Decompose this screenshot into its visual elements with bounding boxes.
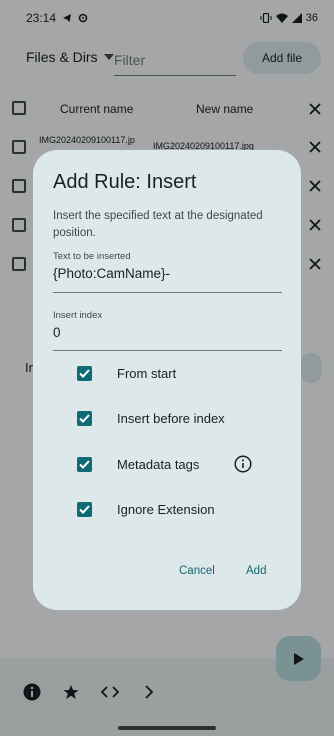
metadata-tags-checkbox[interactable] (77, 457, 92, 472)
dialog-title: Add Rule: Insert (53, 171, 197, 193)
ignore-extension-label: Ignore Extension (117, 502, 215, 517)
add-button[interactable]: Add (246, 565, 266, 577)
from-start-checkbox[interactable] (77, 366, 92, 381)
text-field-underline (53, 292, 282, 293)
ignore-extension-checkbox[interactable] (77, 502, 92, 517)
cancel-button[interactable]: Cancel (179, 565, 215, 577)
option-ignore-extension[interactable]: Ignore Extension (77, 500, 287, 520)
insert-before-index-label: Insert before index (117, 411, 225, 426)
metadata-tags-label: Metadata tags (117, 457, 200, 472)
option-from-start[interactable]: From start (77, 364, 287, 384)
index-field-underline (53, 350, 282, 351)
from-start-label: From start (117, 366, 177, 381)
check-icon (79, 505, 90, 514)
add-rule-dialog: Add Rule: Insert Insert the specified te… (33, 150, 301, 610)
text-to-insert-value[interactable]: {Photo:CamName}- (53, 266, 170, 281)
insert-index-label: Insert index (53, 310, 103, 321)
check-icon (79, 369, 90, 378)
check-icon (79, 414, 90, 423)
option-insert-before-index[interactable]: Insert before index (77, 409, 287, 429)
insert-index-value[interactable]: 0 (53, 325, 61, 340)
text-to-insert-label: Text to be inserted (53, 251, 131, 262)
dialog-description: Insert the specified text at the designa… (53, 210, 263, 239)
insert-before-index-checkbox[interactable] (77, 411, 92, 426)
option-metadata-tags[interactable]: Metadata tags (77, 455, 287, 475)
info-circle-icon[interactable] (234, 455, 252, 473)
check-icon (79, 460, 90, 469)
